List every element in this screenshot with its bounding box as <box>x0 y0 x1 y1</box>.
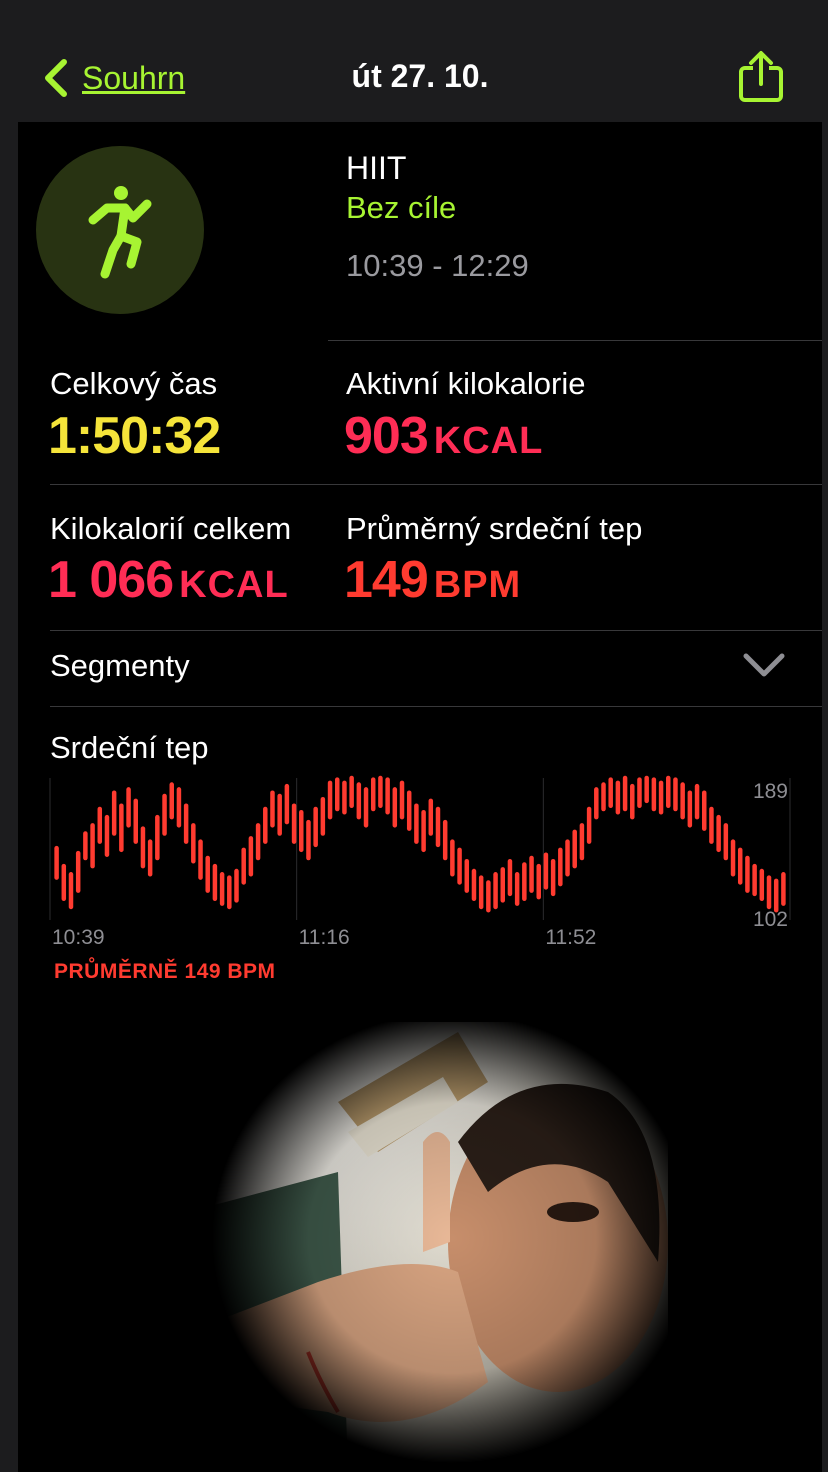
total-kcal-value: 1 066 KCAL <box>48 551 289 609</box>
workout-type-badge <box>36 146 204 314</box>
chevron-down-icon[interactable] <box>742 650 786 680</box>
navigation-bar: Souhrn út 27. 10. <box>0 0 828 122</box>
y-tick-label: 102 <box>753 908 788 931</box>
avg-heart-rate-label: Průměrný srdeční tep <box>346 511 643 546</box>
divider <box>50 706 822 707</box>
heart-rate-title: Srdeční tep <box>50 730 209 765</box>
running-figure-icon <box>88 186 152 279</box>
average-heart-rate-label: PRŮMĚRNĚ 149 BPM <box>54 960 276 983</box>
avg-heart-rate-value: 149 BPM <box>344 551 522 609</box>
divider <box>50 484 822 485</box>
total-time-label: Celkový čas <box>50 366 218 401</box>
heart-rate-chart: 10:39 11:16 11:52 189 102 <box>49 775 791 949</box>
total-kcal-label: Kilokalorií celkem <box>50 511 292 546</box>
page-title: út 27. 10. <box>351 58 489 94</box>
share-icon[interactable] <box>736 50 786 104</box>
workout-detail-panel: HIIT Bez cíle 10:39 - 12:29 Celkový čas … <box>18 122 822 1472</box>
segments-label[interactable]: Segmenty <box>50 648 190 684</box>
workout-time-range: 10:39 - 12:29 <box>346 248 529 283</box>
active-kcal-value: 903 KCAL <box>344 407 544 465</box>
active-kcal-label: Aktivní kilokalorie <box>346 366 586 401</box>
workout-name: HIIT <box>346 150 407 186</box>
workout-goal: Bez cíle <box>346 190 457 225</box>
divider <box>328 340 822 341</box>
total-time-value: 1:50:32 <box>48 407 221 465</box>
x-tick-label: 11:16 <box>299 926 350 949</box>
x-tick-label: 10:39 <box>52 926 105 949</box>
y-tick-label: 189 <box>753 780 788 803</box>
x-tick-label: 11:52 <box>545 926 596 949</box>
divider <box>50 630 822 631</box>
workout-photo <box>188 1022 668 1472</box>
